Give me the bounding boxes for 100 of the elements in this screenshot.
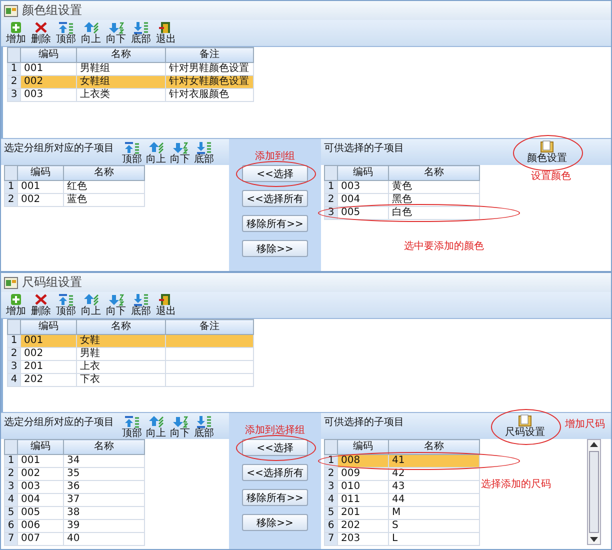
scrollbar[interactable] bbox=[587, 439, 601, 545]
table-cell[interactable]: 005 bbox=[338, 206, 388, 220]
up-button[interactable]: 向上 bbox=[79, 21, 103, 45]
table-cell[interactable]: S bbox=[388, 520, 480, 532]
transfer-button[interactable]: <<选择 bbox=[242, 165, 308, 182]
table-cell[interactable]: 002 bbox=[20, 76, 76, 88]
table-cell[interactable]: M bbox=[388, 506, 480, 520]
transfer-button[interactable]: <<选择所有 bbox=[242, 464, 308, 481]
down-button[interactable]: 向下 bbox=[104, 21, 128, 45]
bottom-button[interactable]: 底部 bbox=[192, 415, 216, 439]
table-cell[interactable]: 010 bbox=[338, 480, 388, 494]
table-cell[interactable]: 上衣类 bbox=[76, 88, 166, 102]
column-header[interactable]: 名称 bbox=[76, 320, 166, 334]
table-cell[interactable]: 201 bbox=[338, 506, 388, 520]
delete-button[interactable]: 删除 bbox=[29, 21, 53, 45]
table-cell[interactable]: 003 bbox=[18, 480, 64, 494]
transfer-button[interactable]: 移除>> bbox=[242, 514, 308, 531]
table-cell[interactable]: 001 bbox=[18, 454, 64, 468]
column-header[interactable]: 备注 bbox=[166, 320, 254, 334]
table-cell[interactable]: 39 bbox=[64, 520, 144, 532]
table-cell[interactable]: 44 bbox=[388, 494, 480, 506]
table-cell[interactable]: 黄色 bbox=[388, 180, 480, 194]
transfer-button[interactable]: <<选择所有 bbox=[242, 190, 308, 207]
column-header[interactable]: 名称 bbox=[388, 166, 480, 180]
table-cell[interactable]: 38 bbox=[64, 506, 144, 520]
scroll-up-icon[interactable] bbox=[590, 442, 598, 447]
table-cell[interactable] bbox=[166, 360, 254, 374]
table-cell[interactable]: 007 bbox=[18, 532, 64, 546]
table-cell[interactable]: 005 bbox=[18, 506, 64, 520]
table-cell[interactable]: 43 bbox=[388, 480, 480, 494]
exit-button[interactable]: 退出 bbox=[154, 293, 178, 317]
settings-button[interactable]: 颜色设置 bbox=[523, 139, 571, 165]
table-cell[interactable]: 白色 bbox=[388, 206, 480, 220]
table-cell[interactable] bbox=[166, 348, 254, 360]
table-cell[interactable] bbox=[166, 334, 254, 348]
table-cell[interactable]: 40 bbox=[64, 532, 144, 546]
table-cell[interactable]: 红色 bbox=[64, 180, 144, 194]
table-cell[interactable]: 003 bbox=[338, 180, 388, 194]
table-cell[interactable]: 女鞋 bbox=[76, 334, 166, 348]
table-cell[interactable]: 201 bbox=[20, 360, 76, 374]
table-cell[interactable]: 37 bbox=[64, 494, 144, 506]
table-cell[interactable]: 35 bbox=[64, 468, 144, 480]
bottom-button[interactable]: 底部 bbox=[129, 21, 153, 45]
table-cell[interactable]: 202 bbox=[338, 520, 388, 532]
column-header[interactable]: 编码 bbox=[18, 440, 64, 454]
transfer-button[interactable]: 移除所有>> bbox=[242, 489, 308, 506]
table-cell[interactable]: 女鞋组 bbox=[76, 76, 166, 88]
table-cell[interactable]: 002 bbox=[20, 348, 76, 360]
top-button[interactable]: 顶部 bbox=[120, 415, 144, 439]
top-button[interactable]: 顶部 bbox=[120, 141, 144, 165]
top-button[interactable]: 顶部 bbox=[54, 293, 78, 317]
column-header[interactable]: 编码 bbox=[18, 166, 64, 180]
table-cell[interactable]: 001 bbox=[18, 180, 64, 194]
exit-button[interactable]: 退出 bbox=[154, 21, 178, 45]
column-header[interactable]: 备注 bbox=[166, 48, 254, 62]
table-cell[interactable]: 下衣 bbox=[76, 374, 166, 386]
table-cell[interactable]: 男鞋 bbox=[76, 348, 166, 360]
table-cell[interactable]: 蓝色 bbox=[64, 194, 144, 206]
column-header[interactable]: 编码 bbox=[20, 320, 76, 334]
column-header[interactable]: 编码 bbox=[338, 166, 388, 180]
table-cell[interactable]: 011 bbox=[338, 494, 388, 506]
scroll-down-icon[interactable] bbox=[590, 537, 598, 542]
down-button[interactable]: 向下 bbox=[104, 293, 128, 317]
column-header[interactable]: 编码 bbox=[20, 48, 76, 62]
bottom-button[interactable]: 底部 bbox=[192, 141, 216, 165]
column-header[interactable]: 名称 bbox=[76, 48, 166, 62]
down-button[interactable]: 向下 bbox=[168, 415, 192, 439]
table-cell[interactable] bbox=[166, 374, 254, 386]
table-cell[interactable]: 针对衣服颜色 bbox=[166, 88, 254, 102]
column-header[interactable]: 名称 bbox=[388, 440, 480, 454]
settings-button[interactable]: 尺码设置 bbox=[501, 413, 549, 439]
table-cell[interactable]: 针对女鞋颜色设置 bbox=[166, 76, 254, 88]
add-button[interactable]: 增加 bbox=[4, 293, 28, 317]
table-cell[interactable]: 36 bbox=[64, 480, 144, 494]
up-button[interactable]: 向上 bbox=[79, 293, 103, 317]
table-cell[interactable]: 006 bbox=[18, 520, 64, 532]
up-button[interactable]: 向上 bbox=[144, 141, 168, 165]
table-cell[interactable]: L bbox=[388, 532, 480, 546]
column-header[interactable]: 编码 bbox=[338, 440, 388, 454]
table-cell[interactable]: 004 bbox=[338, 194, 388, 206]
table-cell[interactable]: 008 bbox=[338, 454, 388, 468]
column-header[interactable]: 名称 bbox=[64, 166, 144, 180]
delete-button[interactable]: 删除 bbox=[29, 293, 53, 317]
table-cell[interactable]: 203 bbox=[338, 532, 388, 546]
table-cell[interactable]: 002 bbox=[18, 468, 64, 480]
transfer-button[interactable]: 移除>> bbox=[242, 240, 308, 257]
table-cell[interactable]: 202 bbox=[20, 374, 76, 386]
down-button[interactable]: 向下 bbox=[168, 141, 192, 165]
table-cell[interactable]: 34 bbox=[64, 454, 144, 468]
table-cell[interactable]: 上衣 bbox=[76, 360, 166, 374]
table-cell[interactable]: 004 bbox=[18, 494, 64, 506]
bottom-button[interactable]: 底部 bbox=[129, 293, 153, 317]
table-cell[interactable]: 002 bbox=[18, 194, 64, 206]
up-button[interactable]: 向上 bbox=[144, 415, 168, 439]
table-cell[interactable]: 41 bbox=[388, 454, 480, 468]
add-button[interactable]: 增加 bbox=[4, 21, 28, 45]
table-cell[interactable]: 黑色 bbox=[388, 194, 480, 206]
table-cell[interactable]: 003 bbox=[20, 88, 76, 102]
scroll-thumb[interactable] bbox=[589, 451, 599, 533]
table-cell[interactable]: 009 bbox=[338, 468, 388, 480]
